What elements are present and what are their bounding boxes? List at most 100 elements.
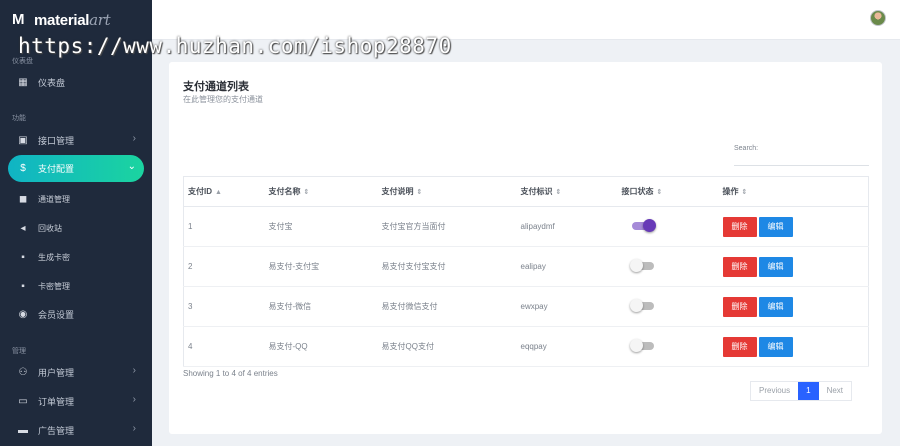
- sidebar-item-orders[interactable]: ▭ 订单管理 ›: [8, 388, 144, 414]
- edit-button[interactable]: 编辑: [758, 256, 793, 277]
- edit-button[interactable]: 编辑: [758, 336, 793, 357]
- sidebar-item-payment-config[interactable]: $ 支付配置 ⌄: [8, 155, 144, 182]
- column-header-status[interactable]: 接口状态 ⇕: [617, 176, 719, 207]
- trash-icon: ◂: [20, 222, 26, 234]
- sidebar-item-api[interactable]: ▣ 接口管理 ›: [8, 127, 144, 153]
- sidebar-item-channel-manage[interactable]: ◼ 通道管理: [8, 186, 144, 212]
- logo-text: materialart: [34, 11, 111, 29]
- sidebar-item-label: 卡密管理: [38, 281, 70, 291]
- sidebar-item-label: 支付配置: [38, 164, 75, 174]
- toggle-knob: [642, 218, 656, 232]
- toggle-knob: [629, 338, 643, 352]
- watermark-text: https://www.huzhan.com/ishop28870: [18, 34, 452, 58]
- pagination-next[interactable]: Next: [819, 382, 851, 400]
- sidebar-item-card-manage[interactable]: ▪ 卡密管理: [8, 273, 144, 299]
- sidebar-item-recycle[interactable]: ◂ 回收站: [8, 215, 144, 241]
- sidebar-item-label: 广告管理: [38, 425, 75, 436]
- sidebar-item-users[interactable]: ⚇ 用户管理 ›: [8, 359, 144, 385]
- column-header-id[interactable]: 支付ID ▲: [183, 176, 265, 207]
- sidebar-item-label: 用户管理: [38, 367, 75, 378]
- sidebar-item-label: 会员设置: [38, 309, 75, 320]
- chevron-right-icon: ›: [132, 423, 136, 434]
- cell-id: 3: [183, 286, 265, 327]
- logo-mark: M: [12, 11, 25, 28]
- cell-name: 易支付-支付宝: [264, 246, 378, 287]
- cell-key: ewxpay: [516, 286, 618, 327]
- ad-icon: ▬: [18, 424, 28, 436]
- column-header-label: 支付ID: [188, 187, 212, 196]
- column-header-label: 支付名称: [268, 187, 301, 196]
- logo-text-main: material: [34, 12, 90, 29]
- table-row: 1 支付宝 支付宝官方当面付 alipaydmf 删除 编辑: [183, 206, 869, 247]
- cell-name: 支付宝: [264, 206, 378, 247]
- sort-icon: ⇕: [741, 189, 748, 196]
- sidebar-item-label: 订单管理: [38, 396, 75, 407]
- column-header-key[interactable]: 支付标识 ⇕: [516, 176, 618, 207]
- pagination-page-1[interactable]: 1: [798, 382, 819, 400]
- delete-button[interactable]: 删除: [722, 216, 757, 237]
- chevron-down-icon: ⌄: [127, 161, 136, 172]
- chevron-right-icon: ›: [132, 133, 136, 144]
- cell-status: [617, 246, 719, 287]
- status-toggle[interactable]: [629, 298, 654, 312]
- channel-list-card: 支付通道列表 在此管理您的支付通道 Search: 支付ID ▲ 支付名称 ⇕ 支付…: [169, 62, 882, 434]
- key-icon: ▣: [18, 134, 28, 146]
- sidebar-item-label: 回收站: [38, 223, 62, 233]
- cell-key: ealipay: [516, 246, 618, 287]
- edit-button[interactable]: 编辑: [758, 216, 793, 237]
- dashboard-icon: ▦: [18, 76, 28, 88]
- sidebar-item-generate-card[interactable]: ▪ 生成卡密: [8, 244, 144, 270]
- cell-status: [617, 326, 719, 367]
- cell-name: 易支付-微信: [264, 286, 378, 327]
- chevron-right-icon: ›: [132, 394, 136, 405]
- pagination-previous[interactable]: Previous: [751, 382, 798, 400]
- sidebar-item-label: 生成卡密: [38, 252, 70, 262]
- order-icon: ▭: [18, 395, 28, 407]
- column-header-name[interactable]: 支付名称 ⇕: [264, 176, 378, 207]
- cell-key: eqqpay: [516, 326, 618, 367]
- section-label-features: 功能: [12, 115, 26, 122]
- member-icon: ◉: [18, 308, 28, 320]
- column-header-desc[interactable]: 支付说明 ⇕: [377, 176, 517, 207]
- toggle-knob: [629, 298, 643, 312]
- status-toggle[interactable]: [631, 218, 656, 232]
- sort-icon: ⇕: [555, 189, 562, 196]
- sidebar-item-label: 接口管理: [38, 135, 75, 146]
- chevron-right-icon: ›: [132, 365, 136, 376]
- table-row: 2 易支付-支付宝 易支付支付宝支付 ealipay 删除 编辑: [183, 246, 869, 287]
- sidebar-item-label: 通道管理: [38, 194, 70, 204]
- column-header-label: 操作: [722, 187, 739, 196]
- users-icon: ⚇: [18, 366, 28, 378]
- channel-table: 支付ID ▲ 支付名称 ⇕ 支付说明 ⇕ 支付标识 ⇕ 接口状态 ⇕ 操作 ⇕ 1 支付宝 …: [183, 176, 869, 367]
- pagination: Previous 1 Next: [750, 381, 853, 401]
- cell-status: [617, 206, 719, 247]
- delete-button[interactable]: 删除: [722, 336, 757, 357]
- column-header-label: 支付说明: [381, 187, 414, 196]
- delete-button[interactable]: 删除: [722, 256, 757, 277]
- cell-key: alipaydmf: [516, 206, 618, 247]
- cell-actions: 删除 编辑: [718, 246, 869, 287]
- cell-desc: 易支付QQ支付: [377, 326, 517, 367]
- avatar[interactable]: [870, 10, 886, 26]
- layers-icon: ◼: [18, 193, 28, 205]
- sort-asc-icon: ▲: [215, 189, 222, 196]
- cell-name: 易支付-QQ: [264, 326, 378, 367]
- card-manage-icon: ▪: [21, 280, 25, 292]
- search-input[interactable]: Search:: [734, 142, 869, 166]
- delete-button[interactable]: 删除: [722, 296, 757, 317]
- sidebar-item-member[interactable]: ◉ 会员设置: [8, 301, 144, 327]
- sidebar: M materialart 仪表盘 ▦ 仪表盘 功能 ▣ 接口管理 › $ 支付…: [0, 0, 152, 446]
- card-icon: ▪: [21, 251, 25, 263]
- sidebar-item-dashboard[interactable]: ▦ 仪表盘: [8, 69, 144, 95]
- cell-desc: 支付宝官方当面付: [377, 206, 517, 247]
- status-toggle[interactable]: [629, 258, 654, 272]
- table-row: 4 易支付-QQ 易支付QQ支付 eqqpay 删除 编辑: [183, 326, 869, 367]
- edit-button[interactable]: 编辑: [758, 296, 793, 317]
- column-header-label: 支付标识: [520, 187, 553, 196]
- status-toggle[interactable]: [629, 338, 654, 352]
- sidebar-item-ads[interactable]: ▬ 广告管理 ›: [8, 417, 144, 443]
- column-header-actions[interactable]: 操作 ⇕: [718, 176, 869, 207]
- sort-icon: ⇕: [416, 189, 423, 196]
- cell-actions: 删除 编辑: [718, 286, 869, 327]
- cell-desc: 易支付支付宝支付: [377, 246, 517, 287]
